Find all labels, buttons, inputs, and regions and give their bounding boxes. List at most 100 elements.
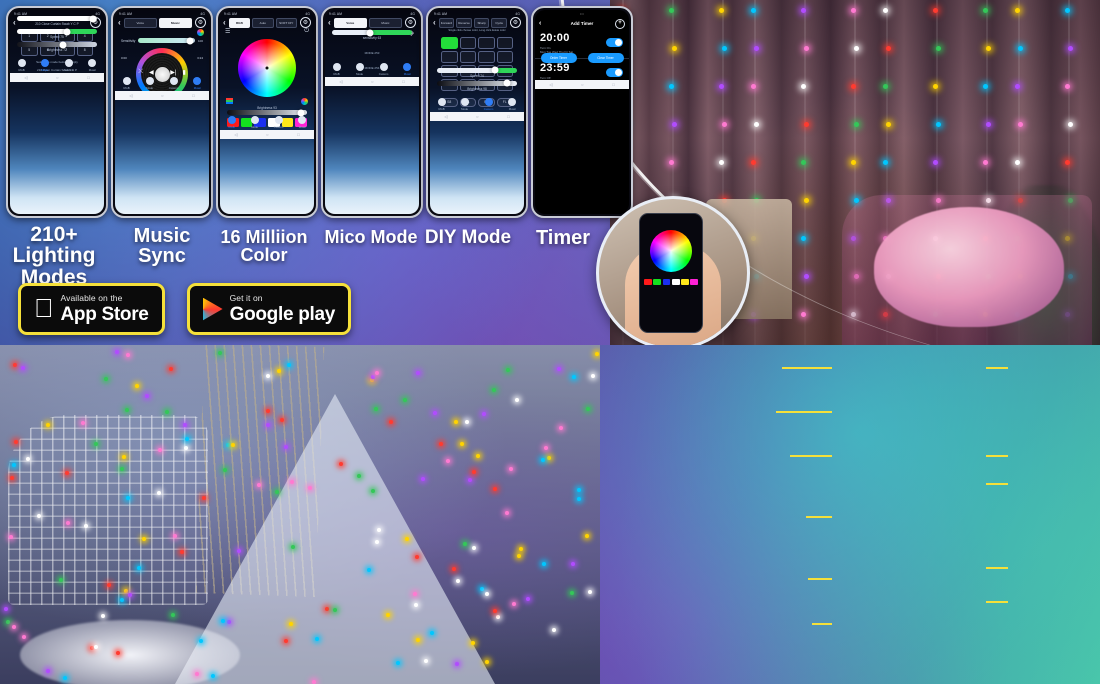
tab-music[interactable]: Music bbox=[403, 63, 411, 76]
tab-mode[interactable]: Mode bbox=[146, 77, 154, 90]
tab-music[interactable]: Music bbox=[298, 116, 306, 129]
segment-music[interactable]: Music bbox=[369, 18, 402, 28]
tab-rgb[interactable]: RGB bbox=[333, 63, 341, 76]
segment-voice[interactable]: Voice bbox=[334, 18, 367, 28]
tab-custom[interactable]: Custom bbox=[64, 59, 74, 72]
status-signal: 4G bbox=[410, 12, 415, 16]
timer-toggle[interactable] bbox=[606, 38, 623, 47]
app-store-badge[interactable]:  Available on the App Store bbox=[18, 283, 165, 335]
tab-rgb[interactable]: RGB bbox=[123, 77, 131, 90]
next-icon[interactable]: ▶| bbox=[170, 69, 176, 76]
phone-diy-mode: 9:41 AM 4G ‹ Forward Reverse Sharp Cycle… bbox=[426, 6, 528, 218]
chevron-left-icon[interactable]: ‹ bbox=[539, 20, 541, 27]
segment-voice[interactable]: Voice bbox=[124, 18, 157, 28]
tab-rgb[interactable]: RGB bbox=[18, 59, 26, 72]
color-swatch[interactable] bbox=[690, 279, 698, 285]
bottom-tabbar: RGB Mode Custom Music bbox=[10, 58, 104, 73]
speed-slider[interactable] bbox=[437, 68, 517, 73]
rgb-auto-diy-segment[interactable]: RGB Auto SOFT DIY bbox=[229, 18, 297, 28]
tab-mode[interactable]: Mode bbox=[41, 59, 49, 72]
chevron-left-icon[interactable]: ‹ bbox=[433, 19, 436, 27]
power-icon[interactable]: ⏻ bbox=[304, 28, 309, 35]
shuffle-icon[interactable]: ⤬ bbox=[138, 69, 143, 76]
color-swatch[interactable] bbox=[653, 279, 661, 285]
leader-line bbox=[986, 483, 1008, 485]
gear-icon[interactable]: ⚙ bbox=[195, 17, 206, 28]
tab-music[interactable]: Music bbox=[88, 59, 96, 72]
chevron-left-icon[interactable]: ‹ bbox=[328, 19, 331, 27]
tent-lights-photo bbox=[0, 345, 600, 684]
diy-cell[interactable] bbox=[478, 37, 495, 49]
caption-mico-mode: Mico Mode bbox=[320, 228, 422, 246]
segment-forward[interactable]: Forward bbox=[439, 18, 455, 28]
diy-cell[interactable] bbox=[460, 51, 477, 63]
tab-rgb[interactable]: RGB bbox=[228, 116, 236, 129]
leader-line bbox=[776, 411, 832, 413]
leader-line bbox=[986, 601, 1008, 603]
leader-line bbox=[808, 578, 832, 580]
color-swatch[interactable] bbox=[644, 279, 652, 285]
tab-mode[interactable]: Mode bbox=[461, 98, 469, 111]
tab-mode[interactable]: Mode bbox=[356, 63, 364, 76]
clear-timer-button[interactable]: Clear Timer bbox=[588, 53, 624, 63]
caption-timer: Timer bbox=[522, 228, 604, 248]
chevron-left-icon[interactable]: ‹ bbox=[223, 19, 226, 27]
google-play-badge[interactable]: Get it on Google play bbox=[187, 283, 351, 335]
color-wheel[interactable] bbox=[238, 39, 296, 97]
tab-music[interactable]: Music bbox=[508, 98, 516, 111]
caption-16-million-color: 16 Milliion Color bbox=[203, 228, 325, 265]
sensitivity-slider[interactable] bbox=[332, 30, 412, 35]
gear-icon[interactable]: ⚙ bbox=[405, 17, 416, 28]
color-wheel-icon[interactable] bbox=[301, 98, 308, 105]
color-wheel-icon[interactable] bbox=[197, 29, 204, 36]
order-timer-button[interactable]: Order Timer bbox=[541, 53, 577, 63]
product-infographic: 9:41 AM 4G ‹ ⚙ 12345678 Select the mode … bbox=[0, 0, 1100, 684]
tab-custom[interactable]: Custom bbox=[169, 77, 179, 90]
plus-circle-icon[interactable]: + bbox=[615, 19, 625, 29]
slider-track[interactable] bbox=[17, 29, 97, 34]
diy-direction-segment[interactable]: Forward Reverse Sharp Cycle bbox=[439, 18, 507, 28]
diy-cell[interactable] bbox=[478, 51, 495, 63]
tab-music[interactable]: Music bbox=[193, 77, 201, 90]
tab-custom[interactable]: Custom bbox=[379, 63, 389, 76]
chevron-left-icon[interactable]: ‹ bbox=[118, 19, 121, 27]
diy-cell[interactable] bbox=[441, 51, 458, 63]
status-time: 9:41 AM bbox=[224, 12, 237, 16]
segment-music[interactable]: Music bbox=[159, 18, 192, 28]
tab-rgb[interactable]: RGB bbox=[438, 98, 446, 111]
segment-auto[interactable]: Auto bbox=[252, 18, 273, 28]
segment-rgb[interactable]: RGB bbox=[229, 18, 250, 28]
color-swatch[interactable] bbox=[672, 279, 680, 285]
segment-reverse[interactable]: Reverse bbox=[456, 18, 472, 28]
app-store-big-text: App Store bbox=[61, 305, 149, 324]
list-icon[interactable]: ☰ bbox=[225, 28, 230, 35]
voice-music-segment[interactable]: Voice Music bbox=[334, 18, 402, 28]
stop-icon[interactable]: ▮ bbox=[182, 69, 185, 76]
color-swatch[interactable] bbox=[663, 279, 671, 285]
slider-label: Brightness 72 bbox=[10, 48, 104, 52]
tab-mode[interactable]: Mode bbox=[251, 116, 259, 129]
tab-custom[interactable]: Custom bbox=[484, 98, 494, 111]
color-swatch[interactable] bbox=[681, 279, 689, 285]
brightness-slider[interactable] bbox=[437, 81, 517, 86]
home-indicator: ◁ ○ □ bbox=[220, 130, 314, 139]
rgb-bars-icon[interactable] bbox=[226, 98, 233, 104]
diy-cell[interactable] bbox=[497, 51, 514, 63]
gear-icon[interactable]: ⚙ bbox=[300, 17, 311, 28]
gear-icon[interactable]: ⚙ bbox=[510, 17, 521, 28]
tab-custom[interactable]: Custom bbox=[274, 116, 284, 129]
segment-sharp[interactable]: Sharp bbox=[474, 18, 490, 28]
diy-cell[interactable] bbox=[497, 37, 514, 49]
diy-cell[interactable] bbox=[460, 37, 477, 49]
slider-track[interactable] bbox=[17, 16, 97, 21]
timer-toggle[interactable] bbox=[606, 68, 623, 77]
segment-cycle[interactable]: Cycle bbox=[491, 18, 507, 28]
sensitivity-slider[interactable] bbox=[138, 38, 195, 43]
slider-track[interactable] bbox=[17, 42, 97, 47]
voice-music-segment[interactable]: Voice Music bbox=[124, 18, 192, 28]
leader-line bbox=[986, 367, 1008, 369]
diy-cell[interactable] bbox=[441, 37, 458, 49]
phone-color-wheel: 9:41 AM 4G ‹ RGB Auto SOFT DIY ⚙ ☰ ⏻ Bri… bbox=[216, 6, 318, 218]
segment-soft-diy[interactable]: SOFT DIY bbox=[276, 18, 297, 28]
previous-icon[interactable]: ◀ bbox=[149, 69, 154, 76]
